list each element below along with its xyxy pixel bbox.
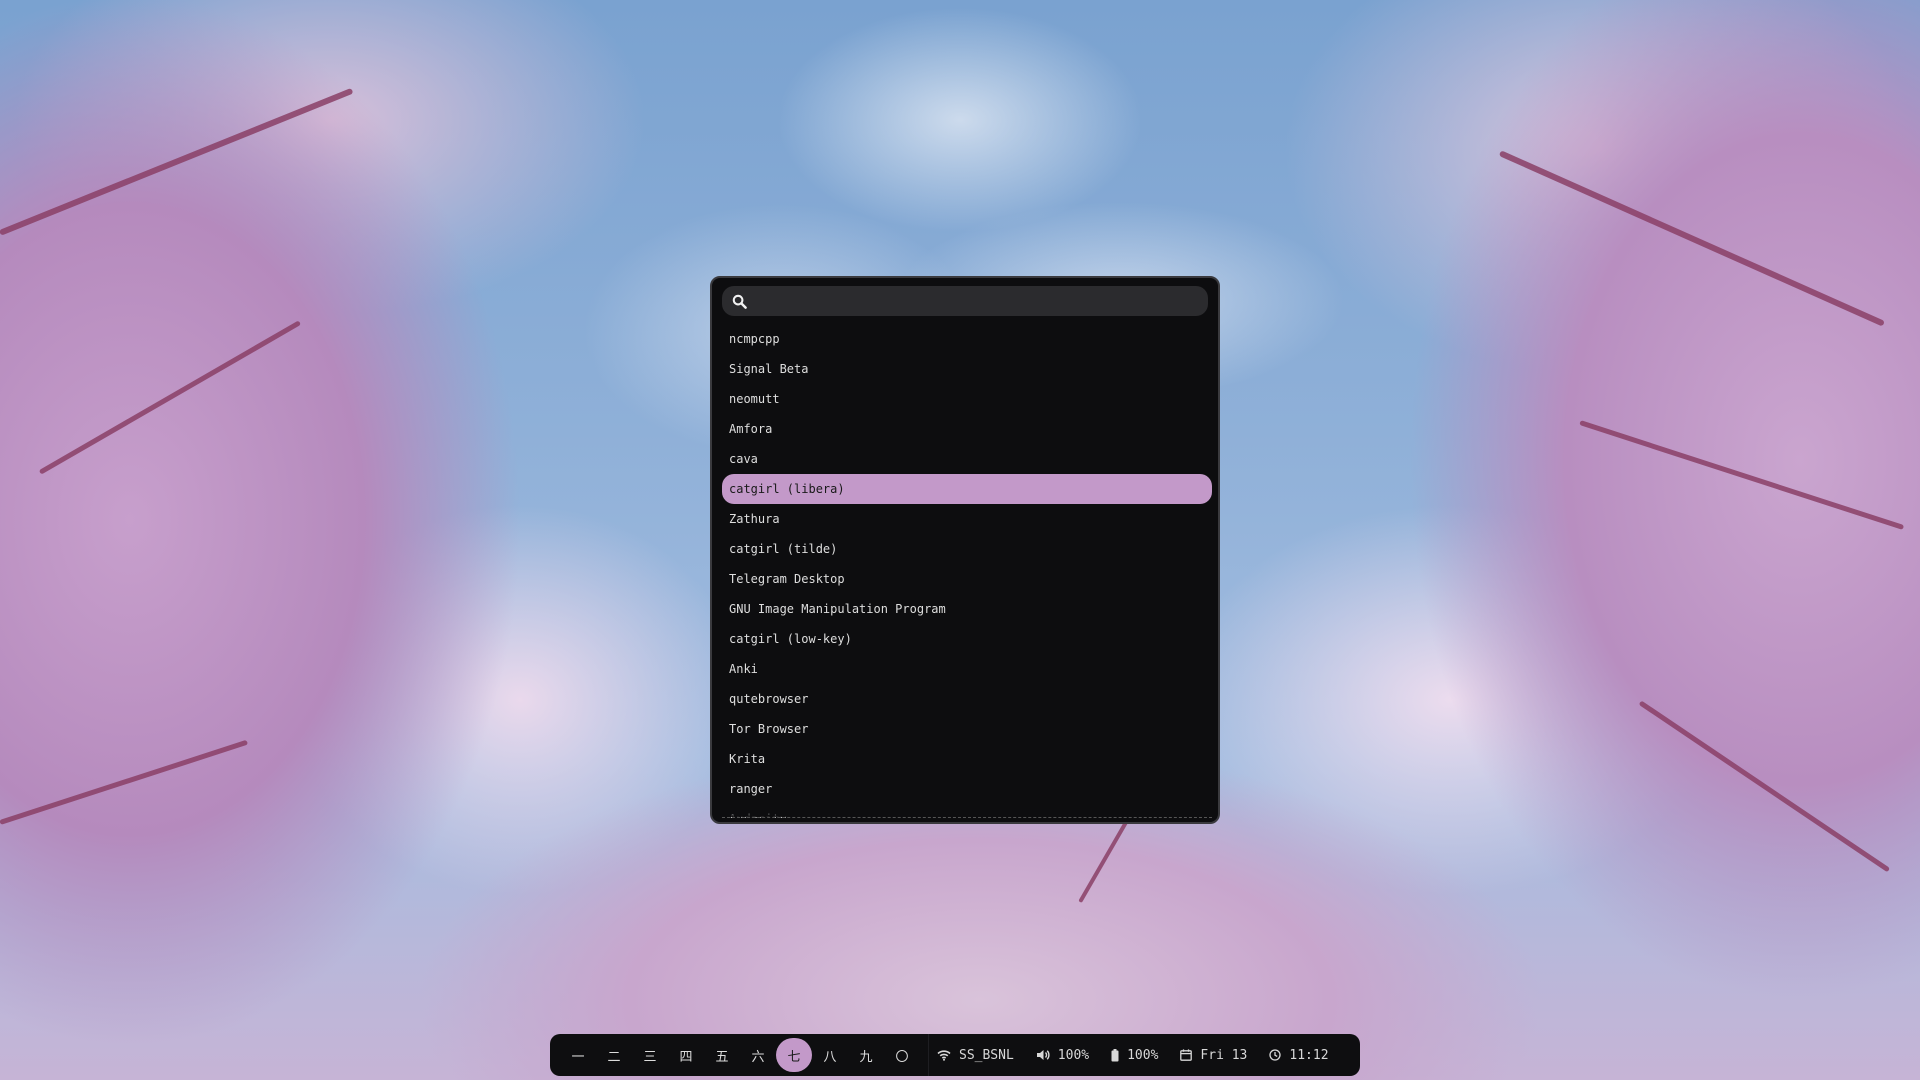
battery-label: 100% [1127,1047,1159,1063]
clock-icon [1269,1049,1282,1061]
battery-icon [1111,1048,1119,1062]
calendar-icon [1180,1049,1193,1061]
workspace-button-3[interactable]: 三 [632,1038,668,1072]
workspace-switcher: 一二三四五六七八九〇 [560,1034,920,1076]
bar-divider [928,1034,929,1076]
results-scroll-fade [722,809,1212,818]
volume-icon [1036,1049,1050,1061]
status-bar: 一二三四五六七八九〇 SS_BSNL 100% 100% Fri 13 11:1… [550,1034,1360,1076]
battery-module[interactable]: 100% [1111,1048,1158,1063]
volume-module[interactable]: 100% [1036,1048,1089,1063]
launcher-search-input[interactable] [754,287,1208,315]
wifi-icon [937,1049,951,1061]
blossom-branch [0,739,249,825]
workspace-button-5[interactable]: 五 [704,1038,740,1072]
blossom-branch [1579,420,1905,530]
workspace-button-10[interactable]: 〇 [884,1038,920,1072]
wifi-module[interactable]: SS_BSNL [937,1048,1014,1063]
launcher-result-item[interactable]: Anki [722,654,1212,684]
workspace-button-2[interactable]: 二 [596,1038,632,1072]
launcher-result-item[interactable]: Tor Browser [722,714,1212,744]
launcher-result-item[interactable]: catgirl (tilde) [722,534,1212,564]
workspace-button-6[interactable]: 六 [740,1038,776,1072]
launcher-result-item[interactable]: Telegram Desktop [722,564,1212,594]
launcher-result-item[interactable]: Zathura [722,504,1212,534]
blossom-branch [38,320,302,475]
launcher-result-item[interactable]: catgirl (libera) [722,474,1212,504]
launcher-result-item[interactable]: ncmpcpp [722,324,1212,354]
launcher-result-item[interactable]: GNU Image Manipulation Program [722,594,1212,624]
launcher-result-item[interactable]: ranger [722,774,1212,804]
launcher-result-item[interactable]: Amfora [722,414,1212,444]
date-module[interactable]: Fri 13 [1180,1048,1247,1063]
date-label: Fri 13 [1200,1047,1248,1063]
blossom-branch [0,87,354,236]
wifi-label: SS_BSNL [959,1047,1014,1063]
launcher-result-item[interactable]: cava [722,444,1212,474]
workspace-button-9[interactable]: 九 [848,1038,884,1072]
launcher-search-bar[interactable] [722,286,1208,316]
clock-module[interactable]: 11:12 [1269,1047,1329,1063]
launcher-result-item[interactable]: Signal Beta [722,354,1212,384]
launcher-result-item[interactable]: Krita [722,744,1212,774]
volume-label: 100% [1057,1047,1090,1063]
clock-label: 11:12 [1289,1047,1329,1063]
blossom-branch [1638,700,1891,873]
app-launcher-window: ncmpcpp Signal Beta neomutt Amfora cava catgi… [710,276,1220,824]
blossom-branch [1498,150,1885,327]
search-icon [724,286,754,316]
launcher-result-item[interactable]: catgirl (low-key) [722,624,1212,654]
workspace-button-8[interactable]: 八 [812,1038,848,1072]
workspace-button-4[interactable]: 四 [668,1038,704,1072]
launcher-result-item[interactable]: qutebrowser [722,684,1212,714]
workspace-button-1[interactable]: 一 [560,1038,596,1072]
launcher-results-list: ncmpcpp Signal Beta neomutt Amfora cava catgi… [722,324,1212,818]
launcher-result-item[interactable]: neomutt [722,384,1212,414]
workspace-button-7[interactable]: 七 [776,1038,812,1072]
